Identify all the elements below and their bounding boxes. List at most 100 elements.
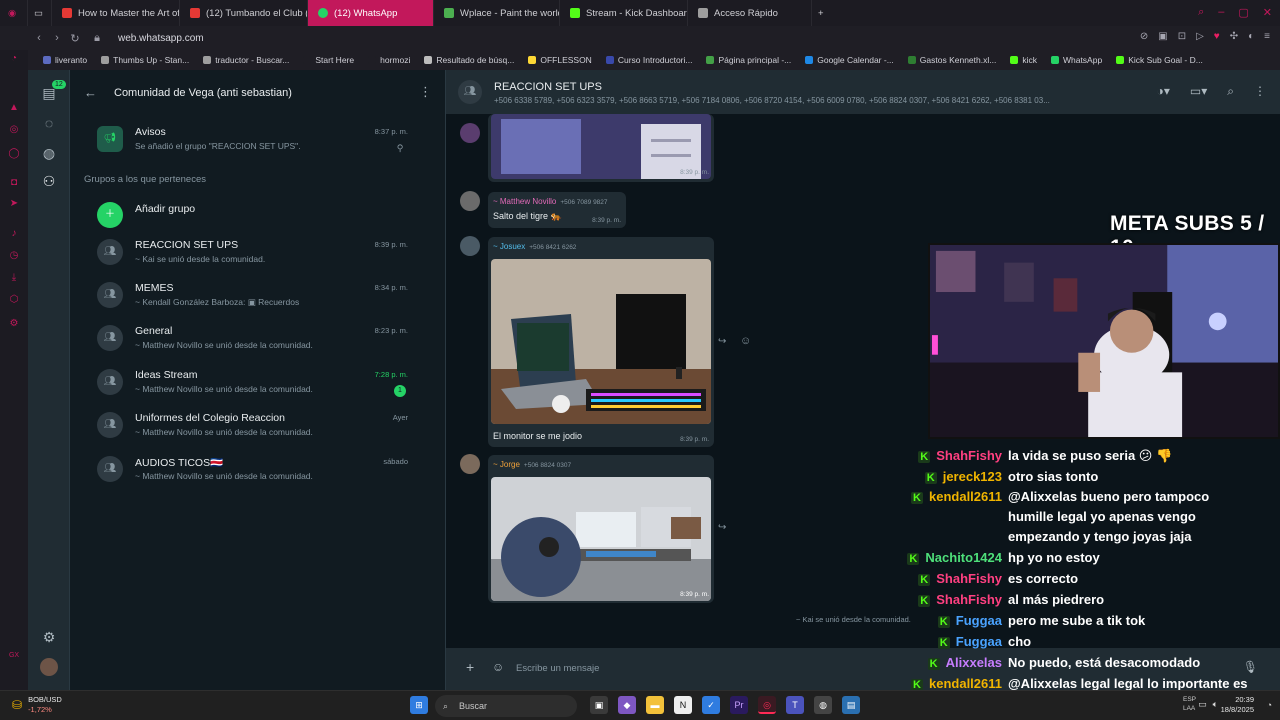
microphone-icon[interactable]: 🎙︎ (1243, 660, 1258, 674)
chat-header[interactable]: 👥︎ REACCION SET UPS +506 6338 5789, +506… (446, 70, 1280, 114)
bookmark-item[interactable]: Curso Introductori... (599, 55, 700, 65)
group-row[interactable]: 👥︎ REACCION SET UPS ~ Kai se unió desde la… (70, 233, 446, 276)
reload-button[interactable]: ↻ (66, 32, 84, 45)
search-icon[interactable]: ⌕ (1227, 84, 1234, 99)
bookmark-item[interactable]: Kick Sub Goal - D... (1109, 55, 1210, 65)
premiere-icon[interactable]: Pr (730, 696, 748, 714)
menu-icon[interactable]: ≡ (1264, 31, 1270, 42)
extensions-icon[interactable]: ⬡ (8, 294, 20, 306)
message-bubble[interactable]: ~ Jorge +506 8824 0307 8:39 p. m. (488, 455, 714, 603)
play-icon[interactable]: ▷ (1196, 31, 1204, 42)
telegram-icon[interactable]: ➤ (8, 198, 20, 210)
bookmark-item[interactable]: kick (1003, 55, 1044, 65)
snapshot-icon[interactable]: ▣ (1158, 31, 1167, 42)
message-input[interactable]: Escribe un mensaje (516, 663, 599, 674)
start-button[interactable]: ⊞ (410, 696, 428, 714)
group-row[interactable]: 👥︎ Ideas Stream ~ Matthew Novillo se unió … (70, 363, 446, 406)
message-bubble[interactable]: ~ Josuex +506 8421 6262 El monitor se me … (488, 237, 714, 447)
notion-icon[interactable]: N (674, 696, 692, 714)
browser-menu-button[interactable]: ◉ (0, 0, 28, 26)
forward-button[interactable]: › (48, 32, 66, 44)
status-icon[interactable]: ◌ (40, 114, 58, 132)
bookmark-item[interactable]: Thumbs Up - Stan... (94, 55, 196, 65)
settings-icon[interactable]: ⚙ (40, 628, 58, 646)
vpn-icon[interactable]: ⊘ (1140, 31, 1148, 42)
bookmark-item[interactable]: hormozi (361, 55, 417, 65)
close-icon[interactable]: ✕ (1263, 6, 1272, 19)
screenshot-icon[interactable]: ⊡ (1178, 31, 1186, 42)
avisos-row[interactable]: 📢︎ Avisos Se añadió el grupo "REACCION S… (70, 120, 446, 163)
forward-icon[interactable]: ↪ (718, 522, 726, 533)
more-options-icon[interactable]: ⋮ (1254, 84, 1266, 99)
message-bubble[interactable]: 8:39 p. m. (488, 114, 714, 182)
notepad-icon[interactable]: ▤ (842, 696, 860, 714)
messenger-icon[interactable]: ◯ (8, 148, 20, 160)
message-photo[interactable] (491, 477, 711, 601)
bookmark-item[interactable]: liveranto (36, 55, 94, 65)
todo-icon[interactable]: ✓ (702, 696, 720, 714)
aria-icon[interactable]: ▲ (8, 102, 20, 114)
opera-gx-icon[interactable]: ◎ (758, 696, 776, 714)
group-row[interactable]: 👥︎ AUDIOS TICOS🇨🇷 ~ Matthew Novillo se uni… (70, 450, 446, 493)
taskbar-search[interactable]: ⌕ Buscar (435, 695, 577, 717)
heart-icon[interactable]: ♥ (1214, 31, 1220, 42)
monitor-icon[interactable]: ▭ (1198, 699, 1207, 710)
downloads-icon[interactable]: ⤓ (8, 272, 20, 284)
more-options-icon[interactable]: ⋮ (419, 84, 432, 100)
group-row[interactable]: 👥︎ Uniformes del Colegio Reaccion ~ Matthe… (70, 406, 446, 449)
history-icon[interactable]: ◷ (8, 250, 20, 262)
back-arrow-icon[interactable]: ← (84, 85, 97, 100)
profile-avatar-icon[interactable]: ◐ (1248, 31, 1254, 42)
file-explorer-icon[interactable]: ▬ (646, 696, 664, 714)
bookmark-item[interactable]: traductor - Buscar... (196, 55, 296, 65)
minimize-icon[interactable]: – (1218, 6, 1224, 19)
group-avatar-icon[interactable]: 👥︎ (458, 80, 482, 104)
extensions-icon[interactable]: ✣ (1230, 31, 1238, 42)
group-row[interactable]: 👥︎ General ~ Matthew Novillo se unió desde… (70, 319, 446, 362)
gx-icon[interactable]: GX (8, 650, 20, 662)
back-button[interactable]: ‹ (30, 32, 48, 44)
copilot-icon[interactable]: ◆ (618, 696, 636, 714)
volume-icon[interactable]: 🔈︎ (1213, 699, 1218, 710)
forward-icon[interactable]: ↪ (718, 336, 726, 347)
sticker-icon[interactable]: ☺ (492, 660, 504, 674)
stock-widget[interactable]: ⛁ BOB/USD -1,72% (12, 695, 62, 715)
settings-icon[interactable]: ⚙ (8, 318, 20, 330)
bookmark-item[interactable]: WhatsApp (1044, 55, 1109, 65)
bookmark-item[interactable]: Google Calendar -... (798, 55, 901, 65)
notifications-icon[interactable]: ◔ (1267, 700, 1272, 710)
tab-4[interactable]: Stream - Kick Dashboard (560, 0, 688, 26)
message-photo[interactable] (491, 259, 711, 424)
channels-icon[interactable]: ◍ (40, 144, 58, 162)
workspaces-button[interactable]: ▭ (28, 0, 52, 26)
tab-0[interactable]: How to Master the Art of (52, 0, 180, 26)
bookmark-item[interactable]: Página principal -... (699, 55, 798, 65)
react-emoji-icon[interactable]: ☺ (740, 335, 751, 347)
search-tabs-icon[interactable]: ⌕ (1198, 6, 1204, 19)
music-icon[interactable]: ♪ (8, 228, 20, 240)
clock[interactable]: 20:39 18/8/2025 (1221, 695, 1254, 715)
bookmark-item[interactable]: OFFLESSON (521, 55, 598, 65)
input-language[interactable]: ESP LAA (1183, 695, 1196, 713)
home-icon[interactable]: ◔ (8, 53, 20, 65)
teams-icon[interactable]: T (786, 696, 804, 714)
message-bubble[interactable]: ~ Matthew Novillo +506 7089 9827 Salto de… (488, 192, 626, 228)
twitch-icon[interactable]: ◘ (8, 177, 20, 189)
message-photo[interactable] (491, 114, 711, 179)
chrome-icon[interactable]: ◍ (814, 696, 832, 714)
url-field[interactable]: web.whatsapp.com (118, 33, 204, 44)
group-row[interactable]: 👥︎ MEMES ~ Kendall González Barboza: ▣ Rec… (70, 276, 446, 319)
tab-1[interactable]: (12) Tumbando el Club (R (180, 0, 308, 26)
tab-3[interactable]: Wplace - Paint the world (434, 0, 560, 26)
task-view-icon[interactable]: ▣ (590, 696, 608, 714)
discover-icon[interactable]: ◎ (8, 124, 20, 136)
new-tab-button[interactable]: + (812, 0, 836, 26)
tab-5[interactable]: Acceso Rápido (688, 0, 812, 26)
bookmark-item[interactable]: Resultado de búsq... (417, 55, 521, 65)
video-call-icon[interactable]: ▭▾ (1190, 84, 1207, 99)
community-avatar-icon[interactable]: ◑▾ (1157, 84, 1170, 99)
bookmark-item[interactable]: Gastos Kenneth.xl... (901, 55, 1004, 65)
bookmark-item[interactable]: Start Here (296, 55, 361, 65)
tab-2[interactable]: (12) WhatsApp (308, 0, 434, 26)
attach-plus-icon[interactable]: + (466, 659, 474, 675)
